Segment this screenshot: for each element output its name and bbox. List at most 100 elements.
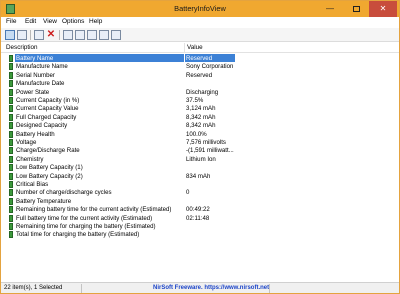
battery-icon xyxy=(9,55,13,62)
save-icon[interactable] xyxy=(63,30,73,40)
item-value: Reserved xyxy=(186,55,213,62)
toolbar: ✕ xyxy=(1,28,399,42)
delete-icon[interactable]: ✕ xyxy=(46,30,56,40)
list-item[interactable]: Chemistry Lithium Ion xyxy=(1,155,399,163)
menu-edit[interactable]: Edit xyxy=(25,18,36,25)
item-description: Chemistry xyxy=(16,155,44,163)
battery-icon xyxy=(9,206,13,214)
item-value: 02:11:48 xyxy=(186,214,210,222)
view-details-icon[interactable] xyxy=(17,30,27,40)
list-item[interactable]: Full Charged Capacity 8,342 mAh xyxy=(1,113,399,121)
list-item[interactable]: Full battery time for the current activi… xyxy=(1,214,399,222)
column-header-description[interactable]: Description xyxy=(6,44,38,51)
battery-icon xyxy=(9,71,13,79)
battery-icon xyxy=(9,147,13,155)
item-value: 37.5% xyxy=(186,97,204,104)
list-item[interactable]: Manufacture Name Sony Corporation xyxy=(1,62,399,71)
item-value: 3,124 mAh xyxy=(186,105,216,113)
column-divider[interactable] xyxy=(184,43,185,53)
list-item[interactable]: Charge/Discharge Rate -(1,591 milliwatt..… xyxy=(1,146,399,155)
list-item[interactable]: Power State Discharging xyxy=(1,88,399,96)
item-value: 100.0% xyxy=(186,130,207,138)
minimize-button[interactable]: — xyxy=(317,1,343,17)
toolbar-separator xyxy=(59,30,60,40)
menu-view[interactable]: View xyxy=(43,18,57,25)
battery-icon xyxy=(9,223,13,230)
list-item[interactable]: Remaining battery time for the current a… xyxy=(1,205,399,214)
battery-icon xyxy=(9,88,13,96)
list-item[interactable]: Battery Name Reserved xyxy=(1,54,399,63)
item-description: Battery Temperature xyxy=(16,197,72,205)
list-item[interactable]: Manufacture Date xyxy=(1,79,399,88)
item-description: Current Capacity Value xyxy=(16,105,79,113)
list-item[interactable]: Critical Bias xyxy=(1,180,399,188)
battery-icon xyxy=(9,80,13,88)
menu-bar: File Edit View Options Help xyxy=(1,17,399,28)
html-report-icon[interactable] xyxy=(87,30,97,40)
status-bar: 22 item(s), 1 Selected NirSoft Freeware.… xyxy=(1,282,399,293)
properties-icon[interactable] xyxy=(34,30,44,40)
item-value: 0 xyxy=(186,189,190,197)
status-divider xyxy=(81,284,82,293)
list-item[interactable]: Battery Temperature xyxy=(1,197,399,205)
toolbar-separator xyxy=(30,30,31,40)
item-description: Battery Name xyxy=(16,55,54,62)
battery-icon xyxy=(9,231,13,239)
refresh-icon[interactable] xyxy=(99,30,109,40)
item-description: Battery Health xyxy=(16,130,55,138)
list-header: Description Value xyxy=(1,43,399,53)
maximize-button[interactable] xyxy=(343,1,369,17)
item-value: Sony Corporation xyxy=(186,63,234,71)
list-item[interactable]: Total time for charging the battery (Est… xyxy=(1,230,399,239)
app-window: BatteryInfoView — ✕ File Edit View Optio… xyxy=(0,0,400,294)
item-description: Remaining battery time for the current a… xyxy=(16,206,172,214)
item-value: Lithium Ion xyxy=(186,155,216,163)
list-item[interactable]: Number of charge/discharge cycles 0 xyxy=(1,188,399,197)
menu-file[interactable]: File xyxy=(6,18,16,25)
close-button[interactable]: ✕ xyxy=(369,1,397,17)
battery-icon xyxy=(9,189,13,197)
nirsoft-link[interactable]: NirSoft Freeware. https://www.nirsoft.ne… xyxy=(153,285,269,291)
battery-icon xyxy=(9,164,13,172)
item-description: Voltage xyxy=(16,139,37,146)
list-item[interactable]: Battery Health 100.0% xyxy=(1,130,399,138)
item-description: Designed Capacity xyxy=(16,122,68,130)
menu-options[interactable]: Options xyxy=(62,18,84,25)
copy-icon[interactable] xyxy=(75,30,85,40)
item-value: 834 mAh xyxy=(186,172,211,180)
battery-icon xyxy=(9,172,13,180)
list-item[interactable]: Current Capacity (in %) 37.5% xyxy=(1,96,399,104)
item-description: Full battery time for the current activi… xyxy=(16,214,153,222)
battery-icon xyxy=(9,97,13,104)
list-item[interactable]: Voltage 7,576 millivolts xyxy=(1,138,399,146)
item-description: Low Battery Capacity (2) xyxy=(16,172,83,180)
column-header-value[interactable]: Value xyxy=(187,44,203,51)
menu-help[interactable]: Help xyxy=(89,18,102,25)
list-item[interactable]: Serial Number Reserved xyxy=(1,71,399,79)
battery-icon xyxy=(9,105,13,113)
item-description: Critical Bias xyxy=(16,181,49,188)
item-value: 00:49:22 xyxy=(186,206,210,214)
exit-icon[interactable] xyxy=(111,30,121,40)
item-description: Total time for charging the battery (Est… xyxy=(16,231,140,239)
battery-icon xyxy=(9,130,13,138)
battery-icon xyxy=(9,122,13,130)
list-item[interactable]: Remaining time for charging the battery … xyxy=(1,222,399,230)
item-value: 7,576 millivolts xyxy=(186,139,226,146)
title-bar[interactable]: BatteryInfoView — ✕ xyxy=(1,1,399,17)
list-item[interactable]: Low Battery Capacity (1) xyxy=(1,163,399,172)
list-item[interactable]: Current Capacity Value 3,124 mAh xyxy=(1,104,399,113)
list-item[interactable]: Designed Capacity 8,342 mAh xyxy=(1,121,399,130)
battery-icon xyxy=(9,63,13,71)
view-list-icon[interactable] xyxy=(5,30,15,40)
item-description: Number of charge/discharge cycles xyxy=(16,189,112,197)
item-description: Remaining time for charging the battery … xyxy=(16,223,156,230)
list-item[interactable]: Low Battery Capacity (2) 834 mAh xyxy=(1,172,399,180)
battery-icon xyxy=(9,197,13,205)
item-description: Serial Number xyxy=(16,71,55,79)
battery-icon xyxy=(9,139,13,146)
item-value: Reserved xyxy=(186,71,213,79)
item-value: 8,342 mAh xyxy=(186,122,216,130)
item-description: Manufacture Name xyxy=(16,63,68,71)
item-value: Discharging xyxy=(186,88,219,96)
